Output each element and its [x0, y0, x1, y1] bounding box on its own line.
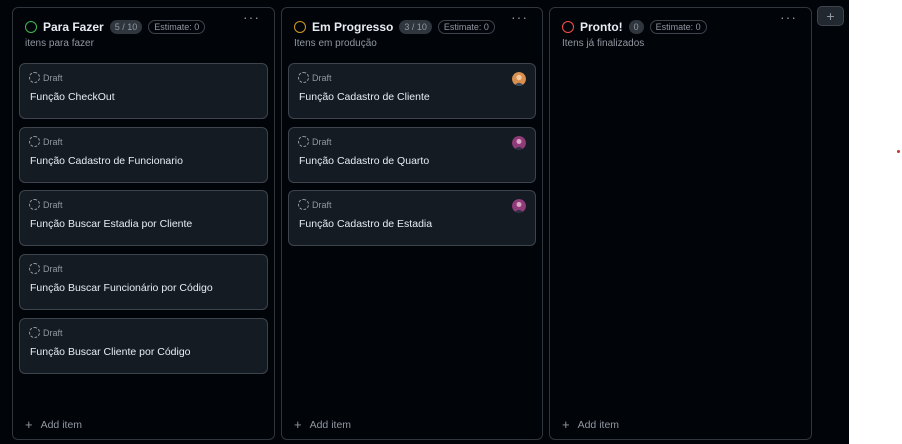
estimate-badge: Estimate: 0 — [437, 20, 495, 34]
card-title[interactable]: Função Cadastro de Quarto — [299, 155, 429, 167]
item-card[interactable]: Draft Função Buscar Estadia por Cliente — [19, 190, 268, 246]
draft-circle-icon — [29, 136, 40, 147]
column-description: Itens em produção — [294, 38, 377, 49]
item-card[interactable]: Draft Função Cadastro de Cliente — [288, 63, 536, 119]
draft-label: Draft — [43, 327, 63, 338]
add-item-button[interactable]: + Add item — [562, 417, 620, 432]
column-title: Em Progresso — [312, 20, 394, 34]
column-header: Para Fazer 5 / 10 Estimate: 0 — [25, 18, 266, 36]
card-title[interactable]: Função Cadastro de Estadia — [299, 218, 432, 230]
decorative-dot — [897, 150, 900, 153]
column-em-progresso: Em Progresso 3 / 10 Estimate: 0 ··· Iten… — [281, 7, 543, 440]
add-item-label: Add item — [309, 419, 352, 431]
assignee-avatar[interactable] — [512, 72, 526, 86]
status-circle-icon — [562, 21, 574, 33]
status-circle-icon — [25, 21, 37, 33]
project-board: Para Fazer 5 / 10 Estimate: 0 ··· itens … — [0, 0, 849, 444]
column-header: Em Progresso 3 / 10 Estimate: 0 — [294, 18, 534, 36]
draft-label: Draft — [312, 72, 332, 83]
draft-label: Draft — [43, 263, 63, 274]
draft-circle-icon — [29, 263, 40, 274]
column-pronto: Pronto! 0 Estimate: 0 ··· Itens já final… — [549, 7, 812, 440]
column-menu-icon[interactable]: ··· — [243, 10, 260, 24]
item-card[interactable]: Draft Função Cadastro de Estadia — [288, 190, 536, 246]
draft-label: Draft — [312, 199, 332, 210]
add-item-button[interactable]: + Add item — [25, 417, 83, 432]
column-header: Pronto! 0 Estimate: 0 — [562, 18, 803, 36]
status-circle-icon — [294, 21, 306, 33]
item-count-badge: 0 — [628, 20, 644, 34]
draft-circle-icon — [298, 199, 309, 210]
item-card[interactable]: Draft Função Cadastro de Funcionario — [19, 127, 268, 183]
add-item-label: Add item — [40, 419, 83, 431]
column-title: Para Fazer — [43, 20, 104, 34]
assignee-avatar[interactable] — [512, 136, 526, 150]
item-count-badge: 5 / 10 — [109, 20, 143, 34]
draft-label: Draft — [43, 136, 63, 147]
add-item-label: Add item — [577, 419, 620, 431]
item-card[interactable]: Draft Função Cadastro de Quarto — [288, 127, 536, 183]
item-card[interactable]: Draft Função Buscar Cliente por Código — [19, 318, 268, 374]
draft-label: Draft — [43, 72, 63, 83]
draft-circle-icon — [29, 199, 40, 210]
item-card[interactable]: Draft Função CheckOut — [19, 63, 268, 119]
draft-circle-icon — [298, 72, 309, 83]
column-description: itens para fazer — [25, 38, 94, 49]
draft-circle-icon — [29, 327, 40, 338]
column-menu-icon[interactable]: ··· — [780, 10, 797, 24]
add-column-button[interactable]: + — [817, 6, 844, 26]
plus-icon: + — [294, 417, 302, 432]
column-menu-icon[interactable]: ··· — [511, 10, 528, 24]
draft-label: Draft — [43, 199, 63, 210]
card-title[interactable]: Função Cadastro de Cliente — [299, 91, 430, 103]
column-para-fazer: Para Fazer 5 / 10 Estimate: 0 ··· itens … — [12, 7, 275, 440]
card-title[interactable]: Função Buscar Estadia por Cliente — [30, 218, 192, 230]
card-title[interactable]: Função Cadastro de Funcionario — [30, 155, 183, 167]
assignee-avatar[interactable] — [512, 199, 526, 213]
estimate-badge: Estimate: 0 — [649, 20, 707, 34]
item-count-badge: 3 / 10 — [399, 20, 432, 34]
item-card[interactable]: Draft Função Buscar Funcionário por Códi… — [19, 254, 268, 310]
card-title[interactable]: Função Buscar Funcionário por Código — [30, 282, 213, 294]
draft-label: Draft — [312, 136, 332, 147]
draft-circle-icon — [29, 72, 40, 83]
plus-icon: + — [25, 417, 33, 432]
plus-icon: + — [562, 417, 570, 432]
estimate-badge: Estimate: 0 — [148, 20, 206, 34]
draft-circle-icon — [298, 136, 309, 147]
column-description: Itens já finalizados — [562, 38, 645, 49]
card-title[interactable]: Função CheckOut — [30, 91, 115, 103]
column-title: Pronto! — [580, 20, 623, 34]
add-item-button[interactable]: + Add item — [294, 417, 352, 432]
card-title[interactable]: Função Buscar Cliente por Código — [30, 346, 191, 358]
